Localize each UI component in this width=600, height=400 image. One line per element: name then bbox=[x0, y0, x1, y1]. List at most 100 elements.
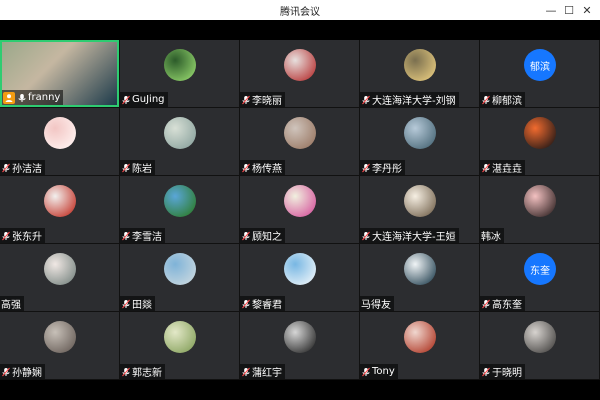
participant-tile[interactable]: 田燚 bbox=[120, 244, 239, 311]
participant-name: 大连海洋大学-刘钢 bbox=[372, 96, 456, 107]
participant-tile[interactable]: 东奎 高东奎 bbox=[480, 244, 599, 311]
participant-namebar: 大连海洋大学-刘钢 bbox=[360, 92, 459, 107]
participant-name: 杨传燕 bbox=[252, 164, 282, 175]
participant-namebar: Tony bbox=[360, 364, 398, 379]
participant-namebar: franny bbox=[2, 90, 64, 105]
participant-name: Tony bbox=[372, 366, 395, 377]
participant-namebar: 杨传燕 bbox=[240, 160, 285, 175]
muted-mic-icon bbox=[481, 95, 491, 105]
participant-avatar bbox=[524, 185, 556, 217]
bottom-letterbox bbox=[0, 380, 600, 400]
muted-mic-icon bbox=[241, 163, 251, 173]
muted-mic-icon bbox=[121, 299, 131, 309]
participant-avatar bbox=[44, 185, 76, 217]
window-title: 腾讯会议 bbox=[280, 7, 320, 18]
participant-tile[interactable]: 杨传燕 bbox=[240, 108, 359, 175]
host-icon bbox=[3, 91, 15, 104]
muted-mic-icon bbox=[361, 163, 371, 173]
participant-tile[interactable]: 顾知之 bbox=[240, 176, 359, 243]
participant-name: 孙洁洁 bbox=[12, 164, 42, 175]
participant-name: 柳郁滨 bbox=[492, 96, 522, 107]
participants-grid: franny GuJing 李晓丽 大连海洋大学-刘钢 郁滨 柳郁滨 孙洁洁 陈岩… bbox=[0, 40, 600, 380]
participant-namebar: 孙静娴 bbox=[0, 364, 45, 379]
maximize-icon: ☐ bbox=[564, 3, 574, 17]
participant-name: 高东奎 bbox=[492, 300, 522, 311]
participant-name: 大连海洋大学-王姮 bbox=[372, 232, 456, 243]
participant-name: 顾知之 bbox=[252, 232, 282, 243]
participant-avatar: 郁滨 bbox=[524, 49, 556, 81]
participant-avatar bbox=[404, 185, 436, 217]
close-icon: ✕ bbox=[582, 3, 592, 17]
participant-avatar bbox=[284, 253, 316, 285]
participant-tile[interactable]: 于晓明 bbox=[480, 312, 599, 379]
participant-tile[interactable]: 高强 bbox=[0, 244, 119, 311]
participant-name: 于晓明 bbox=[492, 368, 522, 379]
participant-namebar: 李晓丽 bbox=[240, 92, 285, 107]
participant-avatar bbox=[164, 321, 196, 353]
maximize-button[interactable]: ☐ bbox=[561, 2, 577, 18]
participant-avatar bbox=[44, 117, 76, 149]
participant-tile[interactable]: 湛垚垚 bbox=[480, 108, 599, 175]
participant-name: 李丹彤 bbox=[372, 164, 402, 175]
participant-avatar bbox=[404, 321, 436, 353]
participant-namebar: 李雪洁 bbox=[120, 228, 165, 243]
microphone-icon bbox=[17, 93, 27, 103]
participant-namebar: 顾知之 bbox=[240, 228, 285, 243]
participant-tile[interactable]: 大连海洋大学-王姮 bbox=[360, 176, 479, 243]
participant-namebar: 湛垚垚 bbox=[480, 160, 525, 175]
participant-tile[interactable]: franny bbox=[0, 40, 119, 107]
participant-tile[interactable]: 蒲红宇 bbox=[240, 312, 359, 379]
muted-mic-icon bbox=[241, 299, 251, 309]
participant-namebar: 孙洁洁 bbox=[0, 160, 45, 175]
title-bar: 腾讯会议 — ☐ ✕ bbox=[0, 0, 600, 20]
participant-namebar: 马得友 bbox=[360, 296, 394, 311]
participant-tile[interactable]: 郭志新 bbox=[120, 312, 239, 379]
participant-name: 孙静娴 bbox=[12, 368, 42, 379]
participant-name: 蒲红宇 bbox=[252, 368, 282, 379]
participant-tile[interactable]: GuJing bbox=[120, 40, 239, 107]
participant-name: GuJing bbox=[132, 94, 165, 105]
participant-namebar: 高强 bbox=[0, 296, 24, 311]
participant-namebar: 田燚 bbox=[120, 296, 155, 311]
participant-tile[interactable]: 韩冰 bbox=[480, 176, 599, 243]
participant-tile[interactable]: 孙洁洁 bbox=[0, 108, 119, 175]
participant-namebar: 蒲红宇 bbox=[240, 364, 285, 379]
participant-tile[interactable]: 马得友 bbox=[360, 244, 479, 311]
muted-mic-icon bbox=[481, 367, 491, 377]
participant-tile[interactable]: 郁滨 柳郁滨 bbox=[480, 40, 599, 107]
participant-tile[interactable]: 黎睿君 bbox=[240, 244, 359, 311]
muted-mic-icon bbox=[121, 367, 131, 377]
participant-avatar bbox=[44, 253, 76, 285]
participant-avatar bbox=[284, 185, 316, 217]
participant-avatar bbox=[284, 117, 316, 149]
participant-name: 马得友 bbox=[361, 300, 391, 311]
avatar-initials: 郁滨 bbox=[530, 61, 550, 73]
muted-mic-icon bbox=[121, 95, 131, 105]
participant-name: 田燚 bbox=[132, 300, 152, 311]
participant-tile[interactable]: Tony bbox=[360, 312, 479, 379]
participant-tile[interactable]: 陈岩 bbox=[120, 108, 239, 175]
participant-name: 李雪洁 bbox=[132, 232, 162, 243]
participant-tile[interactable]: 大连海洋大学-刘钢 bbox=[360, 40, 479, 107]
participant-tile[interactable]: 张东升 bbox=[0, 176, 119, 243]
muted-mic-icon bbox=[361, 367, 371, 377]
participant-avatar: 东奎 bbox=[524, 253, 556, 285]
participant-name: 高强 bbox=[1, 300, 21, 311]
participant-tile[interactable]: 李雪洁 bbox=[120, 176, 239, 243]
muted-mic-icon bbox=[1, 163, 11, 173]
muted-mic-icon bbox=[241, 367, 251, 377]
close-button[interactable]: ✕ bbox=[579, 2, 595, 18]
participant-tile[interactable]: 李丹彤 bbox=[360, 108, 479, 175]
minimize-button[interactable]: — bbox=[543, 2, 559, 18]
participant-namebar: 柳郁滨 bbox=[480, 92, 525, 107]
participant-namebar: 郭志新 bbox=[120, 364, 165, 379]
muted-mic-icon bbox=[121, 163, 131, 173]
muted-mic-icon bbox=[481, 299, 491, 309]
participant-namebar: 张东升 bbox=[0, 228, 45, 243]
muted-mic-icon bbox=[481, 163, 491, 173]
avatar-initials: 东奎 bbox=[530, 265, 550, 277]
participant-tile[interactable]: 李晓丽 bbox=[240, 40, 359, 107]
participant-avatar bbox=[44, 321, 76, 353]
participant-namebar: 陈岩 bbox=[120, 160, 155, 175]
participant-tile[interactable]: 孙静娴 bbox=[0, 312, 119, 379]
